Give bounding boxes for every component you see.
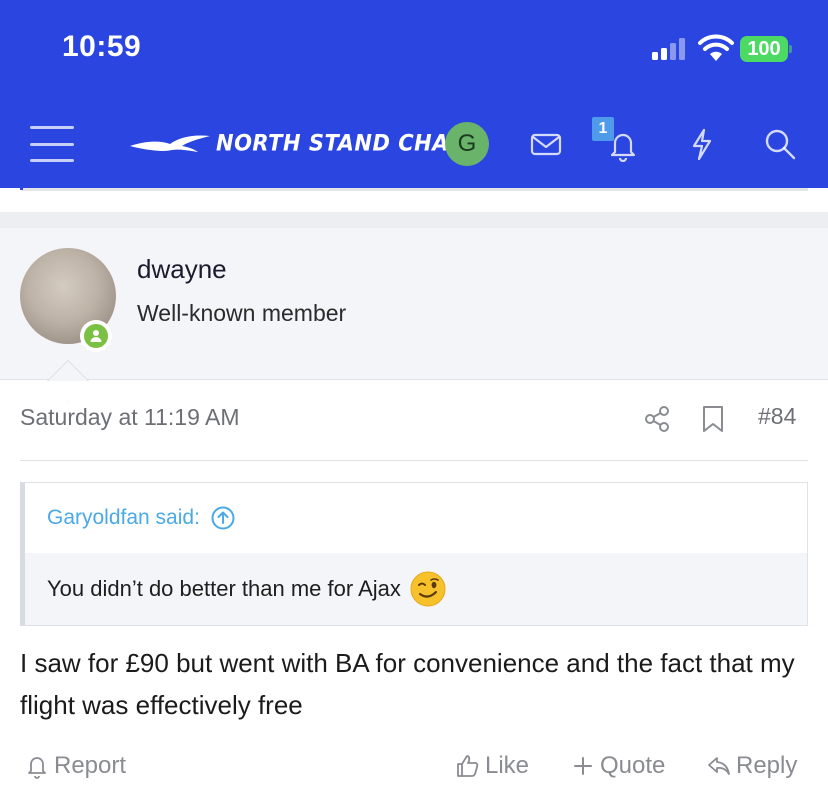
site-logo[interactable]: NORTH STAND CHAT	[128, 130, 462, 156]
quote-button[interactable]: Quote	[570, 752, 665, 780]
cellular-signal-icon	[652, 38, 685, 60]
bell-icon	[28, 757, 46, 779]
logo-text: NORTH STAND CHAT	[216, 130, 462, 156]
status-time: 10:59	[62, 30, 142, 63]
reply-button[interactable]: Reply	[706, 752, 797, 780]
reply-label: Reply	[736, 752, 798, 779]
quote-label: Quote	[600, 752, 666, 779]
thumbs-up-icon	[457, 755, 479, 777]
header-divider	[22, 188, 808, 191]
username-link[interactable]: dwayne	[137, 254, 227, 285]
arrow-up-circle-icon[interactable]	[210, 505, 236, 531]
menu-icon[interactable]	[30, 124, 74, 164]
bookmark-icon[interactable]	[700, 404, 726, 434]
quote-body: You didn’t do better than me for Ajax	[25, 553, 807, 625]
battery-indicator: 100	[740, 36, 792, 62]
header-accent-mark	[20, 180, 23, 190]
post-separator	[0, 212, 828, 228]
pointer-mask	[40, 381, 100, 401]
like-label: Like	[485, 752, 530, 779]
reply-icon	[708, 757, 730, 775]
notification-badge[interactable]: 1	[592, 117, 614, 141]
plus-icon	[574, 757, 592, 775]
share-icon[interactable]	[643, 404, 671, 434]
like-button[interactable]: Like	[455, 752, 529, 780]
app-header: 10:59 100 NORTH STAND CHAT G	[0, 0, 828, 188]
post-number-link[interactable]: #84	[758, 403, 796, 430]
logo-bird-icon	[130, 135, 210, 152]
battery-level: 100	[740, 36, 788, 62]
wink-emoji-icon	[410, 571, 446, 607]
post-date[interactable]: Saturday at 11:19 AM	[20, 404, 240, 431]
online-status-icon	[80, 320, 112, 352]
report-label: Report	[54, 752, 127, 779]
meta-divider	[20, 460, 808, 461]
post-actions: Report Like Quote Reply	[0, 752, 828, 792]
wifi-icon	[698, 34, 734, 61]
main-nav: NORTH STAND CHAT G	[0, 116, 828, 172]
quote-text: You didn’t do better than me for Ajax	[47, 576, 401, 601]
report-button[interactable]: Report	[24, 752, 126, 780]
account-avatar[interactable]: G	[445, 122, 489, 166]
mail-icon[interactable]	[528, 126, 564, 162]
post-user-block: dwayne Well-known member	[0, 228, 828, 380]
user-title: Well-known member	[137, 300, 347, 326]
post-body-text: I saw for £90 but went with BA for conve…	[20, 648, 795, 720]
search-icon[interactable]	[762, 126, 798, 162]
quote-header: Garyoldfan said:	[25, 483, 807, 553]
lightning-icon[interactable]	[684, 126, 720, 162]
quote-author-link[interactable]: Garyoldfan said:	[47, 506, 200, 530]
quote-block: Garyoldfan said: You didn’t do better th…	[20, 482, 808, 626]
